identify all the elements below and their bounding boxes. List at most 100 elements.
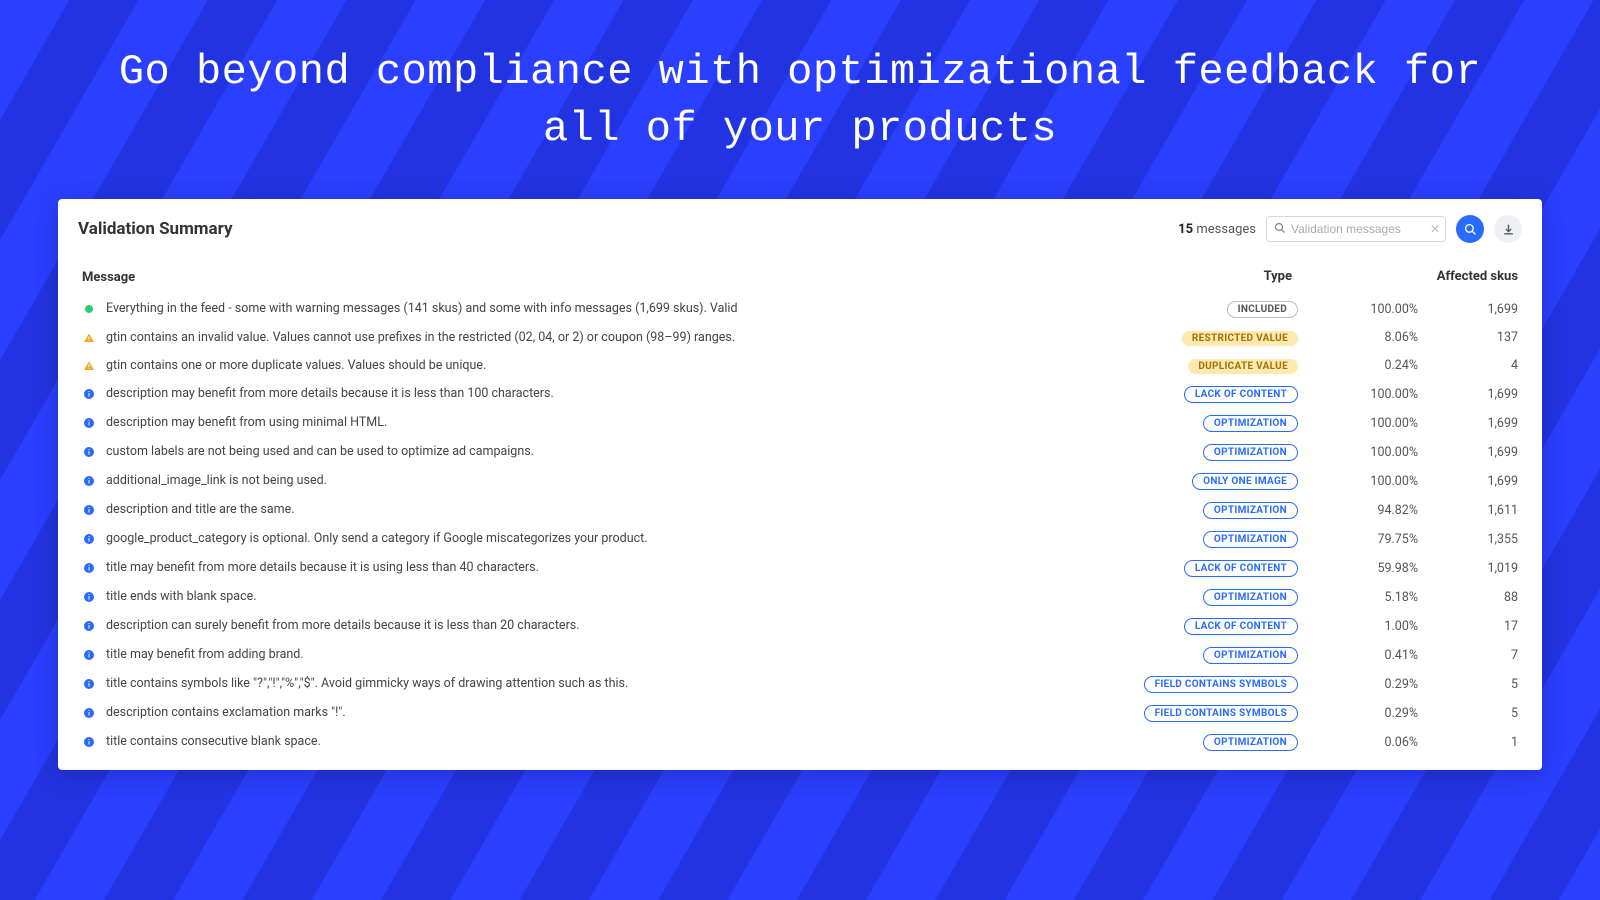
percent-cell: 100.00%	[1302, 467, 1422, 496]
type-cell: OPTIMIZATION	[1061, 583, 1302, 612]
col-type[interactable]: Type	[1061, 263, 1302, 295]
type-tag[interactable]: FIELD CONTAINS SYMBOLS	[1144, 676, 1298, 693]
percent-cell: 0.24%	[1302, 352, 1422, 380]
table-row[interactable]: title may benefit from more details beca…	[78, 554, 1522, 583]
table-row[interactable]: description and title are the same.OPTIM…	[78, 496, 1522, 525]
download-button[interactable]	[1494, 215, 1522, 243]
percent-cell: 100.00%	[1302, 438, 1422, 467]
percent-cell: 100.00%	[1302, 295, 1422, 324]
skus-cell: 1,699	[1422, 380, 1522, 409]
type-tag[interactable]: OPTIMIZATION	[1203, 531, 1298, 548]
message-text: title may benefit from more details beca…	[106, 560, 539, 575]
table-row[interactable]: description may benefit from using minim…	[78, 409, 1522, 438]
message-cell: title may benefit from adding brand.	[78, 641, 1061, 668]
table-row[interactable]: additional_image_link is not being used.…	[78, 467, 1522, 496]
type-cell: ONLY ONE IMAGE	[1061, 467, 1302, 496]
table-row[interactable]: google_product_category is optional. Onl…	[78, 525, 1522, 554]
info-icon	[82, 620, 96, 632]
search-clear-button[interactable]: ✕	[1430, 222, 1440, 236]
table-row[interactable]: title contains symbols like "?","!","%",…	[78, 670, 1522, 699]
search-button[interactable]	[1456, 215, 1484, 243]
col-pct	[1302, 263, 1422, 295]
search-input[interactable]	[1266, 216, 1446, 242]
info-icon	[82, 417, 96, 429]
message-cell: description may benefit from using minim…	[78, 409, 1061, 436]
validation-panel: Validation Summary 15 messages ✕	[58, 199, 1542, 770]
col-affected[interactable]: Affected skus	[1422, 263, 1522, 295]
message-text: custom labels are not being used and can…	[106, 444, 534, 459]
message-cell: title ends with blank space.	[78, 583, 1061, 610]
info-icon	[82, 591, 96, 603]
message-text: Everything in the feed - some with warni…	[106, 301, 738, 316]
type-cell: FIELD CONTAINS SYMBOLS	[1061, 670, 1302, 699]
panel-title: Validation Summary	[78, 219, 233, 239]
panel-header: Validation Summary 15 messages ✕	[78, 215, 1522, 243]
table-row[interactable]: title may benefit from adding brand. OPTI…	[78, 641, 1522, 670]
type-tag[interactable]: ONLY ONE IMAGE	[1192, 473, 1298, 490]
skus-cell: 1,699	[1422, 438, 1522, 467]
percent-cell: 0.06%	[1302, 728, 1422, 757]
panel-tools: 15 messages ✕	[1178, 215, 1522, 243]
messages-count-label: messages	[1196, 222, 1256, 237]
table-row[interactable]: Everything in the feed - some with warni…	[78, 295, 1522, 324]
info-icon	[82, 678, 96, 690]
skus-cell: 137	[1422, 324, 1522, 352]
type-tag[interactable]: OPTIMIZATION	[1203, 444, 1298, 461]
skus-cell: 1	[1422, 728, 1522, 757]
table-row[interactable]: title ends with blank space. OPTIMIZATION…	[78, 583, 1522, 612]
percent-cell: 79.75%	[1302, 525, 1422, 554]
skus-cell: 4	[1422, 352, 1522, 380]
type-cell: OPTIMIZATION	[1061, 409, 1302, 438]
table-row[interactable]: title contains consecutive blank space.O…	[78, 728, 1522, 757]
type-tag[interactable]: LACK OF CONTENT	[1184, 618, 1298, 635]
type-tag[interactable]: RESTRICTED VALUE	[1182, 331, 1298, 346]
info-icon	[82, 388, 96, 400]
type-cell: OPTIMIZATION	[1061, 525, 1302, 554]
info-icon	[82, 562, 96, 574]
message-text: description may benefit from using minim…	[106, 415, 387, 430]
info-icon	[82, 533, 96, 545]
type-cell: LACK OF CONTENT	[1061, 554, 1302, 583]
message-cell: google_product_category is optional. Onl…	[78, 525, 1061, 552]
skus-cell: 1,019	[1422, 554, 1522, 583]
search-wrap: ✕	[1266, 216, 1446, 242]
type-cell: OPTIMIZATION	[1061, 641, 1302, 670]
table-row[interactable]: description may benefit from more detail…	[78, 380, 1522, 409]
percent-cell: 59.98%	[1302, 554, 1422, 583]
info-icon	[82, 504, 96, 516]
table-row[interactable]: gtin contains an invalid value. Values c…	[78, 324, 1522, 352]
type-tag[interactable]: LACK OF CONTENT	[1184, 386, 1298, 403]
col-message[interactable]: Message	[78, 263, 1061, 295]
type-tag[interactable]: DUPLICATE VALUE	[1188, 359, 1298, 374]
skus-cell: 1,699	[1422, 295, 1522, 324]
message-text: title may benefit from adding brand.	[106, 647, 304, 662]
table-row[interactable]: description contains exclamation marks "…	[78, 699, 1522, 728]
type-cell: OPTIMIZATION	[1061, 438, 1302, 467]
type-tag[interactable]: OPTIMIZATION	[1203, 647, 1298, 664]
table-row[interactable]: custom labels are not being used and can…	[78, 438, 1522, 467]
table-row[interactable]: gtin contains one or more duplicate valu…	[78, 352, 1522, 380]
message-text: description may benefit from more detail…	[106, 386, 554, 401]
messages-count-number: 15	[1178, 222, 1193, 237]
type-tag[interactable]: OPTIMIZATION	[1203, 589, 1298, 606]
skus-cell: 17	[1422, 612, 1522, 641]
percent-cell: 100.00%	[1302, 380, 1422, 409]
type-tag[interactable]: OPTIMIZATION	[1203, 502, 1298, 519]
type-cell: DUPLICATE VALUE	[1061, 352, 1302, 380]
skus-cell: 88	[1422, 583, 1522, 612]
type-tag[interactable]: OPTIMIZATION	[1203, 734, 1298, 751]
type-tag[interactable]: INCLUDED	[1227, 301, 1298, 318]
message-cell: gtin contains one or more duplicate valu…	[78, 352, 1061, 379]
skus-cell: 1,355	[1422, 525, 1522, 554]
percent-cell: 94.82%	[1302, 496, 1422, 525]
message-text: gtin contains an invalid value. Values c…	[106, 330, 735, 345]
type-tag[interactable]: OPTIMIZATION	[1203, 415, 1298, 432]
info-icon	[82, 736, 96, 748]
type-tag[interactable]: LACK OF CONTENT	[1184, 560, 1298, 577]
type-tag[interactable]: FIELD CONTAINS SYMBOLS	[1144, 705, 1298, 722]
validation-table: Message Type Affected skus Everything in…	[78, 263, 1522, 756]
percent-cell: 1.00%	[1302, 612, 1422, 641]
info-icon	[82, 707, 96, 719]
message-cell: title may benefit from more details beca…	[78, 554, 1061, 581]
table-row[interactable]: description can surely benefit from more…	[78, 612, 1522, 641]
